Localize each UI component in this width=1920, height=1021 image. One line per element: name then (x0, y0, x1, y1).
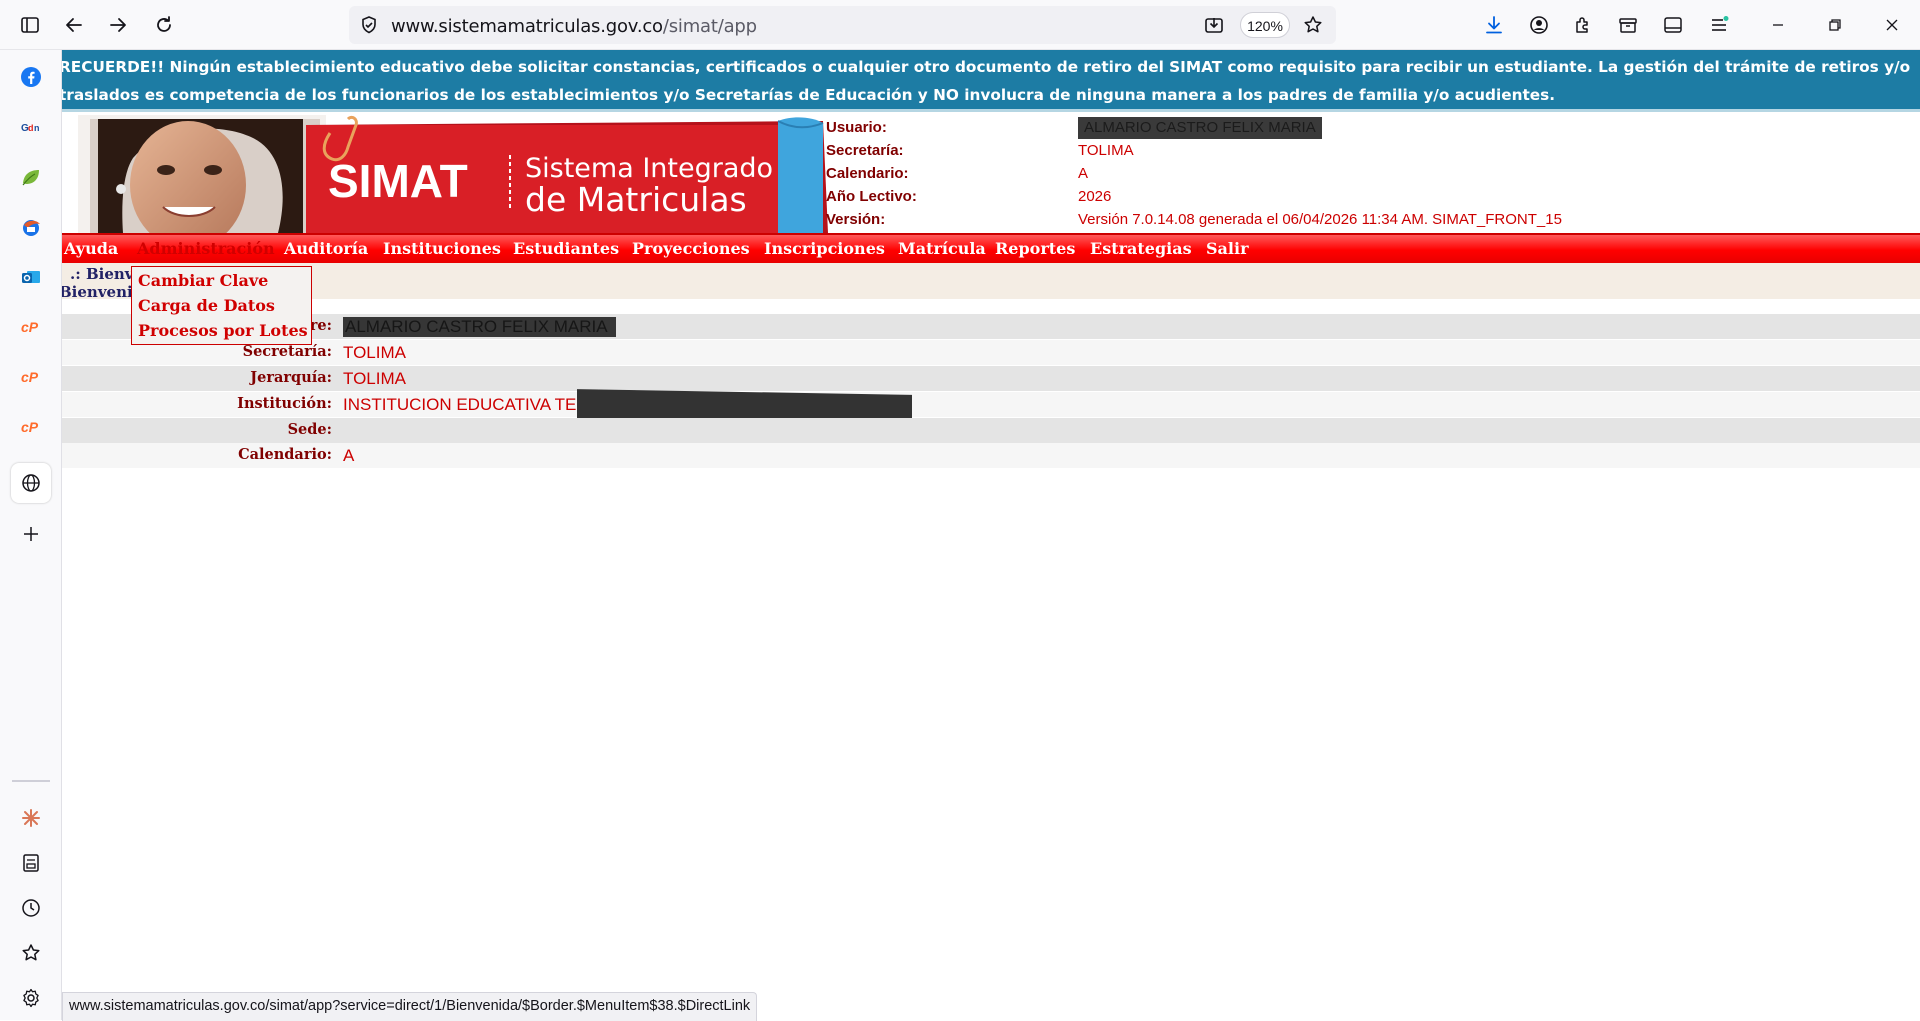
forward-icon[interactable] (102, 9, 134, 41)
nombre-value: ALMARIO CASTRO FELIX MARIA (343, 317, 616, 337)
svg-text:cP: cP (21, 319, 39, 335)
svg-text:n: n (34, 123, 40, 133)
secretaria-value: TOLIMA (1078, 142, 1134, 159)
zoom-level-badge[interactable]: 120% (1240, 12, 1290, 38)
version-value: Versión 7.0.14.08 generada el 06/04/2026… (1078, 211, 1562, 228)
browser-sidebar: Gdn cP cP cP (0, 50, 62, 1020)
menu-matricula[interactable]: Matrícula (898, 239, 986, 258)
menu-ayuda[interactable]: Ayuda (64, 239, 118, 258)
claude-icon[interactable] (15, 802, 47, 834)
nombre-label: re: (309, 317, 332, 334)
calendario-label: Calendario: (238, 446, 332, 463)
notice-line-1: RECUERDE!! Ningún establecimiento educat… (62, 58, 1911, 76)
detail-row-nombre: re: ALMARIO CASTRO FELIX MARIA (62, 314, 1920, 339)
banner-line-2: de Matriculas (525, 180, 747, 219)
extensions-icon[interactable] (1567, 9, 1599, 41)
tab-view-icon[interactable] (1657, 9, 1689, 41)
detail-row-sede: Sede: (62, 418, 1920, 443)
svg-text:cP: cP (21, 369, 39, 385)
welcome-breadcrumb: .: Bienv (70, 265, 134, 283)
dropdown-carga-de-datos[interactable]: Carga de Datos (138, 296, 275, 315)
containers-icon[interactable] (1612, 9, 1644, 41)
menu-instituciones[interactable]: Instituciones (383, 239, 501, 258)
menu-salir[interactable]: Salir (1206, 239, 1249, 258)
facebook-icon[interactable] (15, 61, 47, 93)
star-icon[interactable] (1303, 15, 1323, 35)
anio-value: 2026 (1078, 188, 1112, 205)
simat-header: SIMAT Sistema Integrado de Matriculas Us… (62, 115, 1920, 235)
menu-reportes[interactable]: Reportes (995, 239, 1075, 258)
download-icon[interactable] (1478, 9, 1510, 41)
menu-auditoria[interactable]: Auditoría (284, 239, 368, 258)
dropdown-cambiar-clave[interactable]: Cambiar Clave (138, 271, 268, 290)
menu-proyecciones[interactable]: Proyecciones (632, 239, 750, 258)
sidebar-divider (12, 780, 50, 782)
menu-administracion[interactable]: Administración (137, 239, 275, 258)
notice-line-2: traslados es competencia de los funciona… (62, 86, 1556, 104)
jerarquia-value: TOLIMA (343, 369, 406, 388)
banner-brand: SIMAT (328, 155, 468, 207)
menu-estudiantes[interactable]: Estudiantes (513, 239, 619, 258)
anio-label: Año Lectivo: (826, 188, 917, 205)
close-icon[interactable] (1876, 9, 1908, 41)
cpanel-icon[interactable]: cP (15, 361, 47, 393)
account-icon[interactable] (1523, 9, 1555, 41)
usuario-value: ALMARIO CASTRO FELIX MARIA (1078, 117, 1322, 139)
minimize-icon[interactable] (1762, 9, 1794, 41)
jerarquia-label: Jerarquía: (250, 369, 332, 386)
detail-row-jerarquia: Jerarquía: TOLIMA (62, 366, 1920, 391)
bookmark-icon[interactable] (15, 937, 47, 969)
menu-inscripciones[interactable]: Inscripciones (764, 239, 885, 258)
globe-icon[interactable] (11, 463, 51, 503)
url-path: /simat/app (662, 16, 757, 37)
svg-text:cP: cP (21, 419, 39, 435)
sidebar-toggle-icon[interactable] (14, 9, 46, 41)
browser-toolbar: www.sistemamatriculas.gov.co/simat/app 1… (0, 0, 1920, 50)
secretaria-label: Secretaría: (242, 343, 332, 360)
url-text[interactable]: www.sistemamatriculas.gov.co/simat/app (391, 16, 757, 37)
welcome-title: Bienveni (62, 283, 133, 301)
settings-icon[interactable] (15, 982, 47, 1014)
welcome-bar: .: Bienv Bienveni (62, 263, 1920, 301)
reload-icon[interactable] (148, 9, 180, 41)
calendario-value: A (343, 446, 355, 465)
simat-logo-banner: SIMAT Sistema Integrado de Matriculas (78, 115, 828, 233)
outlook-icon[interactable] (15, 261, 47, 293)
institucion-label: Institución: (237, 395, 332, 412)
dropdown-procesos-por-lotes[interactable]: Procesos por Lotes (138, 321, 308, 340)
save-page-icon[interactable] (1204, 15, 1224, 35)
back-icon[interactable] (58, 9, 90, 41)
usuario-label: Usuario: (826, 119, 887, 136)
secretaria-label: Secretaría: (826, 142, 904, 159)
svg-text:d: d (28, 123, 34, 133)
secretaria-value: TOLIMA (343, 343, 406, 362)
calendario-value: A (1078, 165, 1089, 182)
status-bar: www.sistemamatriculas.gov.co/simat/app?s… (62, 992, 758, 1021)
page-icon[interactable] (15, 847, 47, 879)
history-icon[interactable] (15, 892, 47, 924)
cpanel-icon[interactable]: cP (15, 311, 47, 343)
url-bar[interactable]: www.sistemamatriculas.gov.co/simat/app 1… (349, 6, 1336, 44)
add-icon[interactable] (15, 518, 47, 550)
menu-icon[interactable] (1703, 9, 1735, 41)
sede-label: Sede: (287, 421, 332, 438)
cpanel-icon[interactable]: cP (15, 411, 47, 443)
page-content: RECUERDE!! Ningún establecimiento educat… (62, 50, 1920, 1020)
calendario-label: Calendario: (826, 165, 909, 182)
url-domain: www.sistemamatriculas.gov.co (391, 16, 663, 37)
shield-icon[interactable] (359, 15, 379, 35)
administracion-dropdown: Cambiar Clave Carga de Datos Procesos po… (131, 266, 312, 345)
detail-row-calendario: Calendario: A (62, 443, 1920, 468)
notice-banner: RECUERDE!! Ningún establecimiento educat… (62, 50, 1920, 112)
version-label: Versión: (826, 211, 886, 228)
detail-row-secretaria: Secretaría: TOLIMA (62, 340, 1920, 365)
gdn-icon[interactable]: Gdn (15, 111, 47, 143)
main-menu: Ayuda Administración Auditoría Instituci… (62, 235, 1920, 263)
restore-icon[interactable] (1819, 9, 1851, 41)
thunderbird-icon[interactable] (15, 211, 47, 243)
detail-row-institucion: Institución: INSTITUCION EDUCATIVA TECNI… (62, 389, 1920, 425)
leaf-icon[interactable] (15, 161, 47, 193)
menu-estrategias[interactable]: Estrategias (1090, 239, 1192, 258)
